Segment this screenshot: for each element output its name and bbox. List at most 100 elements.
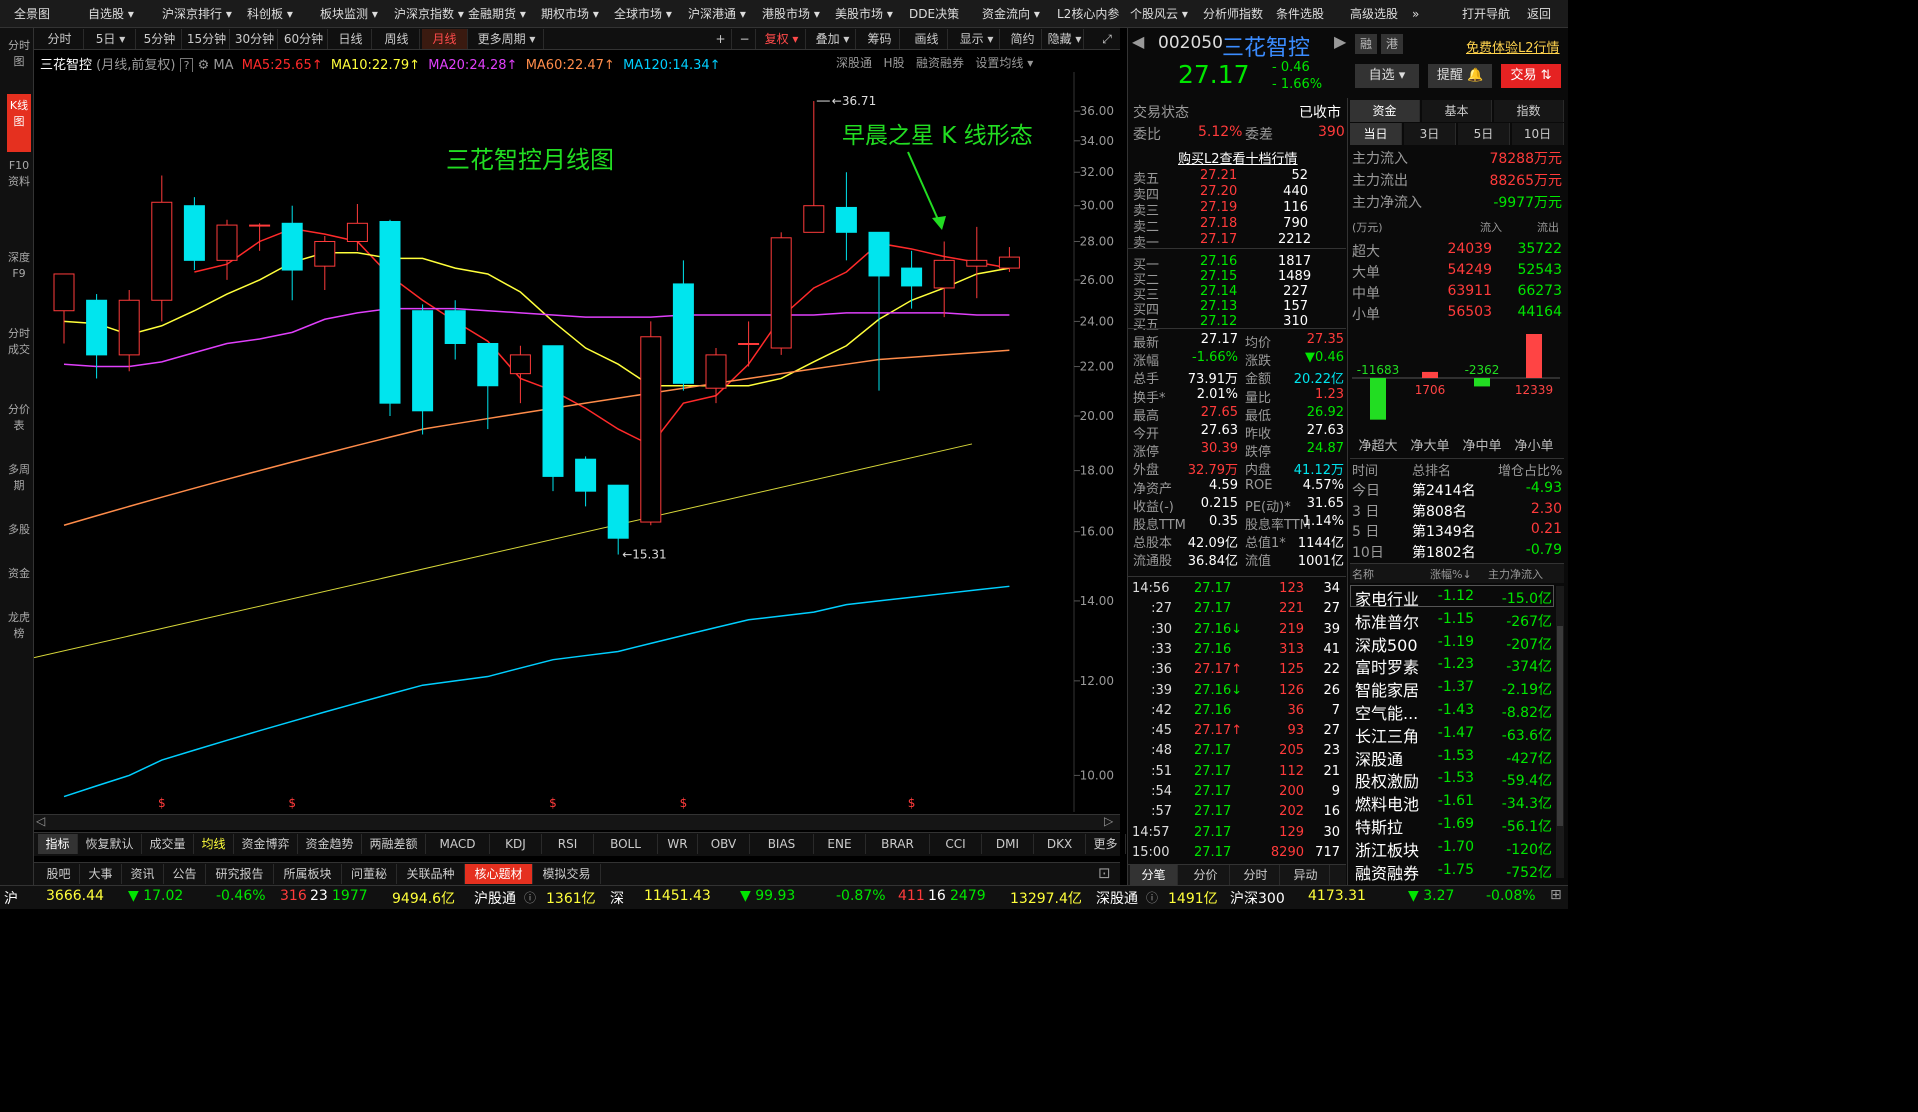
info-tab-2[interactable]: 资讯	[122, 864, 164, 884]
link-hshare[interactable]: H股	[883, 56, 904, 70]
status-menu-icon[interactable]: ⊞	[1550, 887, 1562, 903]
period-tab-9[interactable]: 更多周期 ▾	[470, 29, 544, 49]
indicator-tab-9[interactable]: RSI	[542, 834, 594, 854]
indicator-tab-13[interactable]: BIAS	[750, 834, 814, 854]
top-menu-item-8[interactable]: 全球市场 ▾	[614, 0, 672, 28]
right-bottom-tab-1[interactable]: 分价	[1182, 865, 1230, 885]
chart-tool-3[interactable]: 叠加 ▾	[810, 29, 856, 49]
indicator-tab-2[interactable]: 成交量	[142, 834, 194, 854]
hgt-help-icon[interactable]: ⓘ	[524, 889, 536, 906]
fund-tab-0[interactable]: 资金	[1350, 100, 1420, 122]
watchlist-button[interactable]: 自选 ▾	[1355, 64, 1419, 88]
left-nav-item-7[interactable]: 多股	[7, 518, 31, 560]
left-nav-item-3[interactable]: 深度F9	[7, 246, 31, 320]
fund-tab-1[interactable]: 基本	[1422, 100, 1492, 122]
left-nav-item-2[interactable]: F10资料	[7, 154, 31, 244]
top-menu-item-20[interactable]: 打开导航	[1462, 0, 1510, 28]
top-menu-item-12[interactable]: DDE决策	[909, 0, 959, 28]
period-tab-6[interactable]: 日线	[330, 29, 372, 49]
period-tab-5[interactable]: 60分钟	[280, 29, 328, 49]
top-menu-item-19[interactable]: »	[1412, 0, 1419, 28]
prev-stock-icon[interactable]: ◀	[1132, 32, 1144, 51]
period-tab-3[interactable]: 15分钟	[184, 29, 230, 49]
info-tab-8[interactable]: 核心题材	[465, 864, 533, 884]
period-tab-8[interactable]: 月线	[422, 29, 468, 49]
help-icon[interactable]: ?	[179, 58, 194, 73]
top-menu-item-10[interactable]: 港股市场 ▾	[762, 0, 820, 28]
chart-tool-6[interactable]: 显示 ▾	[954, 29, 1000, 49]
l2-trial-link[interactable]: 免费体验L2行情	[1466, 37, 1560, 56]
indicator-tab-18[interactable]: DKX	[1034, 834, 1086, 854]
info-tab-0[interactable]: 股吧	[38, 864, 80, 884]
link-ma-settings[interactable]: 设置均线 ▾	[975, 56, 1033, 70]
alert-button[interactable]: 提醒 🔔	[1428, 64, 1492, 88]
info-tab-3[interactable]: 公告	[164, 864, 206, 884]
left-nav-item-4[interactable]: 分时成交	[7, 322, 31, 396]
period-tab-1[interactable]: 5日 ▾	[86, 29, 136, 49]
top-menu-item-7[interactable]: 期权市场 ▾	[541, 0, 599, 28]
left-nav-item-5[interactable]: 分价表	[7, 398, 31, 456]
indicator-tab-11[interactable]: WR	[658, 834, 698, 854]
top-menu-item-0[interactable]: 全景图	[14, 0, 50, 28]
indicator-tab-16[interactable]: CCI	[930, 834, 982, 854]
kline-chart[interactable]: 10.00 12.00 14.00 16.00 18.00 20.00 22.00 24.00…	[34, 72, 1120, 812]
status-hgt[interactable]: 沪股通	[474, 888, 516, 908]
period-tab-2[interactable]: 5分钟	[138, 29, 182, 49]
expand-panel-icon[interactable]: ⊡	[1098, 864, 1111, 882]
chart-tool-7[interactable]: 简约	[1004, 29, 1042, 49]
top-menu-item-5[interactable]: 沪深京指数 ▾	[394, 0, 464, 28]
indicator-tab-4[interactable]: 资金博弈	[234, 834, 298, 854]
indicator-tab-14[interactable]: ENE	[814, 834, 866, 854]
fund-tab-2[interactable]: 指数	[1494, 100, 1564, 122]
scroll-left-icon[interactable]: ◁	[36, 814, 45, 828]
chart-tool-8[interactable]: 隐藏 ▾	[1046, 29, 1084, 49]
top-menu-item-4[interactable]: 板块监测 ▾	[320, 0, 378, 28]
top-menu-item-9[interactable]: 沪深港通 ▾	[688, 0, 746, 28]
info-tab-7[interactable]: 关联品种	[397, 864, 465, 884]
trade-button[interactable]: 交易 ⇅	[1501, 64, 1561, 88]
link-shengutong[interactable]: 深股通	[836, 56, 872, 70]
indicator-tab-17[interactable]: DMI	[982, 834, 1034, 854]
indicator-tab-10[interactable]: BOLL	[594, 834, 658, 854]
info-tab-9[interactable]: 模拟交易	[533, 864, 601, 884]
top-menu-item-14[interactable]: L2核心内参	[1057, 0, 1119, 28]
top-menu-item-13[interactable]: 资金流向 ▾	[982, 0, 1040, 28]
info-tab-4[interactable]: 研究报告	[206, 864, 274, 884]
fund-day-tab-0[interactable]: 当日	[1350, 123, 1402, 145]
top-menu-item-3[interactable]: 科创板 ▾	[247, 0, 293, 28]
scroll-right-icon[interactable]: ▷	[1104, 814, 1113, 828]
top-menu-item-1[interactable]: 自选股 ▾	[88, 0, 134, 28]
period-tab-4[interactable]: 30分钟	[232, 29, 278, 49]
sector-hdr-1[interactable]: 涨幅%↓	[1430, 566, 1472, 582]
indicator-tab-5[interactable]: 资金趋势	[298, 834, 362, 854]
fund-day-tab-1[interactable]: 3日	[1404, 123, 1456, 145]
gear-icon[interactable]: ⚙	[198, 58, 210, 73]
top-menu-item-21[interactable]: 返回	[1527, 0, 1551, 28]
info-tab-6[interactable]: 问董秘	[342, 864, 397, 884]
chart-tool-2[interactable]: 复权 ▾	[758, 29, 806, 49]
left-nav-item-9[interactable]: 龙虎榜	[7, 606, 31, 664]
fullscreen-icon[interactable]: ⤢	[1096, 29, 1118, 49]
indicator-tab-6[interactable]: 两融差额	[362, 834, 426, 854]
right-bottom-tab-0[interactable]: 分笔	[1130, 865, 1178, 885]
indicator-tab-1[interactable]: 恢复默认	[78, 834, 142, 854]
top-menu-item-11[interactable]: 美股市场 ▾	[835, 0, 893, 28]
sgt-help-icon[interactable]: ⓘ	[1146, 889, 1158, 906]
left-nav-item-6[interactable]: 多周期	[7, 458, 31, 516]
sector-scroll-thumb[interactable]	[1557, 626, 1563, 826]
chart-tool-4[interactable]: 筹码	[860, 29, 900, 49]
fund-day-tab-2[interactable]: 5日	[1458, 123, 1510, 145]
period-tab-0[interactable]: 分时	[36, 29, 84, 49]
chart-tool-1[interactable]: −	[734, 29, 756, 49]
info-tab-5[interactable]: 所属板块	[274, 864, 342, 884]
indicator-tab-7[interactable]: MACD	[426, 834, 490, 854]
right-bottom-tab-3[interactable]: 异动	[1282, 865, 1330, 885]
fund-day-tab-3[interactable]: 10日	[1512, 123, 1564, 145]
right-bottom-tab-2[interactable]: 分时	[1232, 865, 1280, 885]
chart-tool-5[interactable]: 画线	[906, 29, 948, 49]
top-menu-item-18[interactable]: 高级选股	[1350, 0, 1398, 28]
info-tab-1[interactable]: 大事	[80, 864, 122, 884]
indicator-tab-8[interactable]: KDJ	[490, 834, 542, 854]
indicator-tab-0[interactable]: 指标	[38, 834, 78, 854]
indicator-tab-12[interactable]: OBV	[698, 834, 750, 854]
